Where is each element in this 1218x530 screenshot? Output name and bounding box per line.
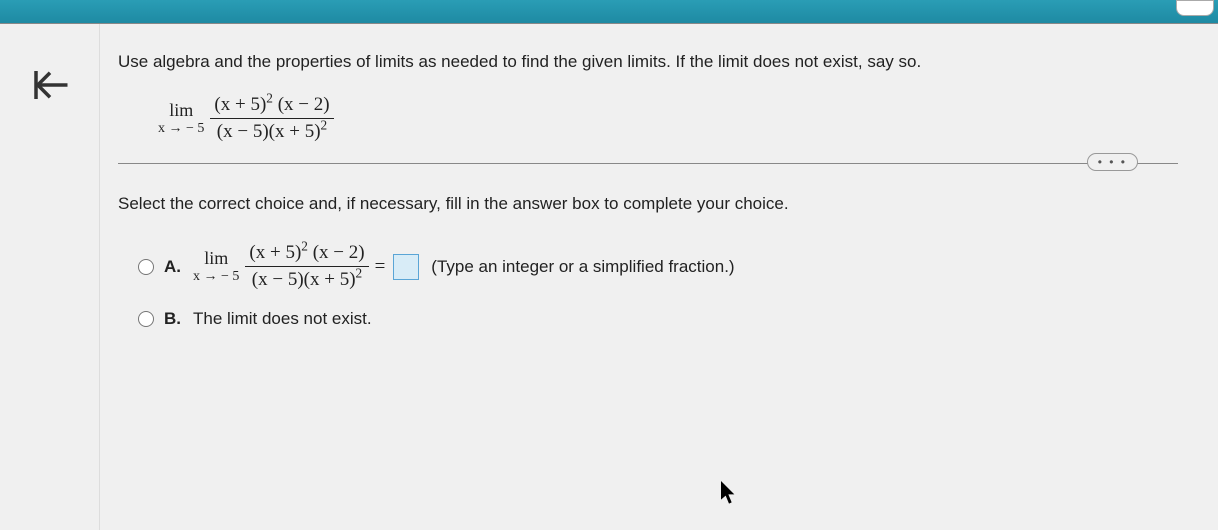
top-app-bar xyxy=(0,0,1218,24)
denominator: (x − 5)(x + 5)2 xyxy=(213,119,331,143)
main-column: Use algebra and the properties of limits… xyxy=(100,24,1218,530)
equals-sign: = xyxy=(375,256,386,278)
denominator-a: (x − 5)(x + 5)2 xyxy=(248,267,366,291)
choice-a-content: lim x → − 5 (x + 5)2 (x − 2) (x − 5)(x +… xyxy=(193,242,735,291)
choice-b-text: The limit does not exist. xyxy=(193,309,372,329)
divider-line xyxy=(118,163,1178,164)
mouse-cursor-icon xyxy=(720,481,738,510)
choice-a-label: A. xyxy=(164,257,181,277)
left-column xyxy=(0,24,100,530)
numerator: (x + 5)2 (x − 2) xyxy=(210,94,333,119)
window-control[interactable] xyxy=(1176,0,1214,16)
select-instruction: Select the correct choice and, if necess… xyxy=(118,194,1178,214)
fraction-a: (x + 5)2 (x − 2) (x − 5)(x + 5)2 xyxy=(245,242,368,291)
choice-a: A. lim x → − 5 (x + 5)2 (x − 2) (x − 5)(… xyxy=(138,242,1178,291)
radio-choice-b[interactable] xyxy=(138,311,154,327)
numerator-a: (x + 5)2 (x − 2) xyxy=(245,242,368,267)
answer-input[interactable] xyxy=(393,254,419,280)
radio-choice-a[interactable] xyxy=(138,259,154,275)
limit-expression: lim x → − 5 (x + 5)2 (x − 2) (x − 5)(x +… xyxy=(158,94,1178,143)
fraction: (x + 5)2 (x − 2) (x − 5)(x + 5)2 xyxy=(210,94,333,143)
lim-operator-a: lim x → − 5 xyxy=(193,249,239,284)
divider-row: • • • xyxy=(118,163,1178,164)
instruction-text: Use algebra and the properties of limits… xyxy=(118,52,1178,72)
choice-b-label: B. xyxy=(164,309,181,329)
lim-operator: lim x → − 5 xyxy=(158,101,204,136)
content-area: Use algebra and the properties of limits… xyxy=(0,24,1218,530)
back-arrow-icon[interactable] xyxy=(29,64,71,111)
choice-b: B. The limit does not exist. xyxy=(138,309,1178,329)
choice-a-hint: (Type an integer or a simplified fractio… xyxy=(431,257,734,277)
more-options-pill[interactable]: • • • xyxy=(1087,153,1138,171)
